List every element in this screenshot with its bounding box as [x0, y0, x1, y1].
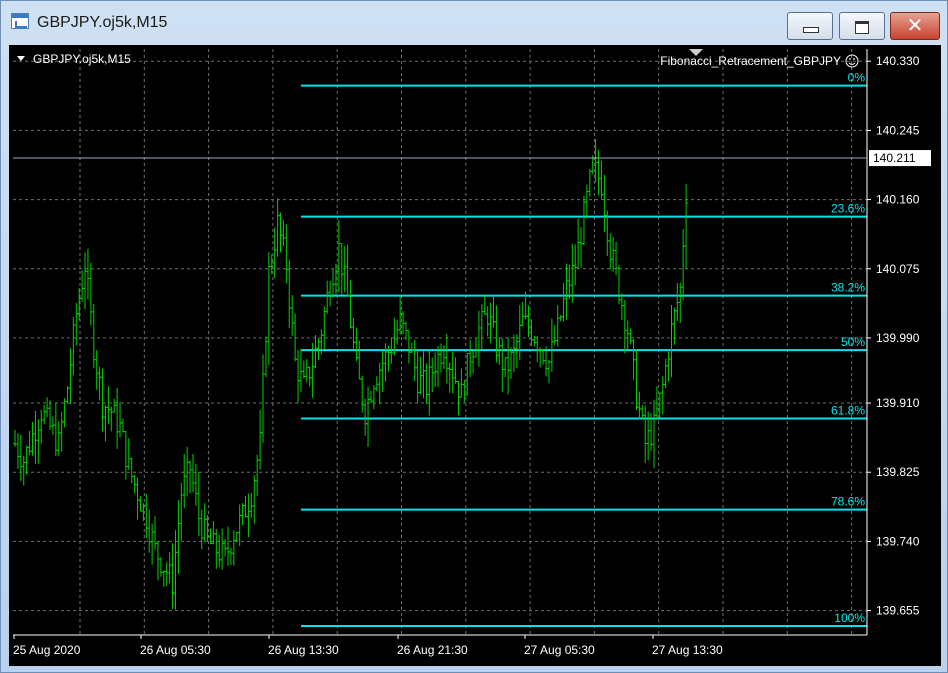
fib-level-label: 61.8% [831, 404, 865, 418]
fib-level-label: 78.6% [831, 495, 865, 509]
terminal-window: GBPJPY.oj5k,M15 ✕ 0% 23.6% 38.2% 50% 61.8% 78… [0, 0, 948, 673]
maximize-icon [855, 21, 869, 34]
price-tick-label: 140.330 [876, 54, 920, 68]
price-tick-label: 139.825 [876, 465, 920, 479]
smiley-eye [853, 58, 855, 60]
fib-level-label: 38.2% [831, 281, 865, 295]
price-chart[interactable]: 0% 23.6% 38.2% 50% 61.8% 78.6% 100% 140.330 140… [9, 45, 941, 666]
close-icon: ✕ [906, 15, 924, 37]
fib-level-label: 23.6% [831, 202, 865, 216]
close-button[interactable]: ✕ [890, 12, 940, 40]
title-bar[interactable]: GBPJPY.oj5k,M15 ✕ [1, 1, 947, 45]
price-tick-label: 139.740 [876, 534, 920, 548]
chart-area[interactable]: 0% 23.6% 38.2% 50% 61.8% 78.6% 100% 140.330 140… [9, 45, 941, 666]
price-tick-label: 139.655 [876, 604, 920, 618]
price-tick-label: 139.910 [876, 396, 920, 410]
fib-level-label: 50% [841, 335, 865, 349]
time-tick-label: 26 Aug 13:30 [268, 643, 339, 657]
window-title: GBPJPY.oj5k,M15 [37, 14, 168, 31]
fib-level-label: 0% [848, 71, 866, 85]
time-tick-label: 27 Aug 05:30 [524, 643, 595, 657]
minimize-icon [803, 27, 819, 33]
price-tick-label: 139.990 [876, 331, 920, 345]
smiley-eye [849, 58, 851, 60]
price-tick-label: 140.075 [876, 262, 920, 276]
chart-window-icon [11, 13, 29, 29]
minimize-button[interactable] [787, 12, 833, 40]
fib-level-label: 100% [834, 611, 865, 625]
time-tick-label: 27 Aug 13:30 [652, 643, 723, 657]
time-tick-label: 26 Aug 21:30 [397, 643, 468, 657]
price-tick-label: 140.245 [876, 123, 920, 137]
time-tick-label: 26 Aug 05:30 [140, 643, 211, 657]
price-tick-label: 140.160 [876, 193, 920, 207]
time-tick-label: 25 Aug 2020 [13, 643, 81, 657]
current-price-label: 140.211 [873, 151, 916, 165]
symbol-label: GBPJPY.oj5k,M15 [33, 52, 131, 66]
symbol-dropdown-icon[interactable] [17, 56, 25, 61]
indicator-label: Fibonacci_Retracement_GBPJPY [660, 54, 841, 68]
maximize-button[interactable] [839, 12, 885, 40]
